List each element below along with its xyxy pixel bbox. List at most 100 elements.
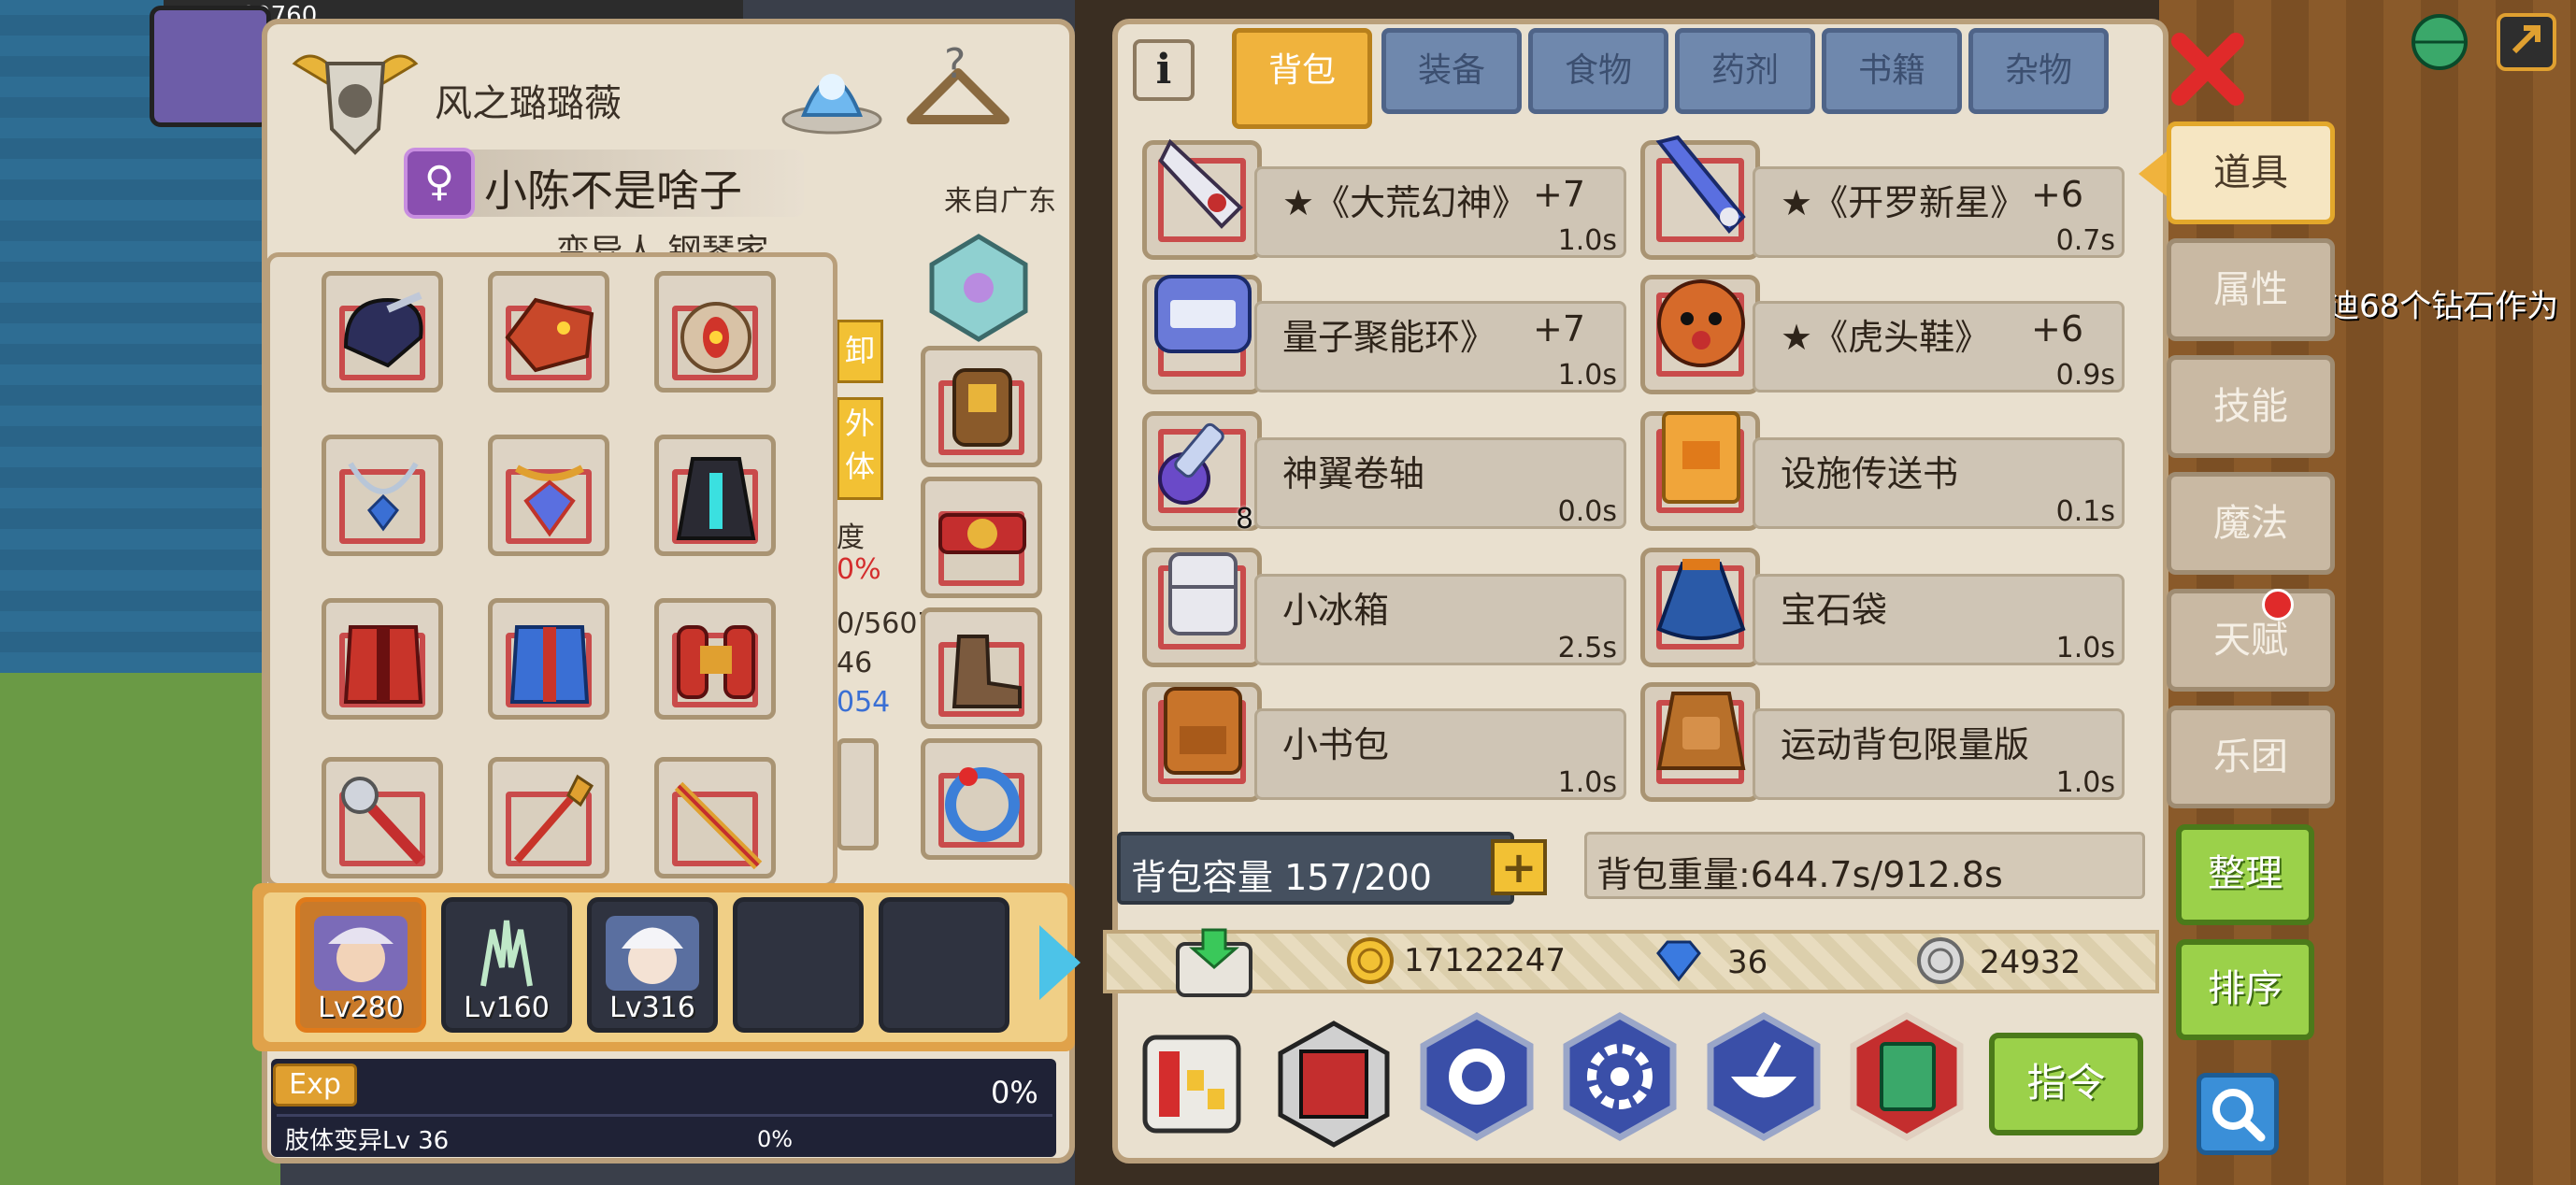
globe-icon[interactable] bbox=[2402, 9, 2477, 75]
equip-dark-cape[interactable] bbox=[654, 435, 776, 556]
exp-label: Exp bbox=[273, 1064, 357, 1106]
appearance-button[interactable]: 外体 bbox=[837, 397, 883, 500]
item-time: 0.1s bbox=[2055, 495, 2115, 528]
item-name: ★《大荒幻神》 bbox=[1282, 182, 1528, 223]
tab-books[interactable]: 书籍 bbox=[1822, 28, 1962, 114]
item-name: 设施传送书 bbox=[1781, 453, 1959, 494]
item-count: 8 bbox=[1236, 503, 1254, 535]
inventory-item[interactable]: ★《大荒幻神》 +7 1.0s bbox=[1142, 138, 1628, 260]
gold-amount: 17122247 bbox=[1404, 942, 1567, 979]
item-plus: +7 bbox=[1533, 174, 1586, 215]
player-avatar[interactable] bbox=[150, 6, 271, 127]
equip-eye-amulet[interactable] bbox=[654, 271, 776, 393]
equip-wrench[interactable] bbox=[322, 757, 443, 878]
item-time: 1.0s bbox=[1557, 766, 1617, 799]
equip-slot-belt[interactable] bbox=[921, 477, 1042, 598]
item-plus: +6 bbox=[2031, 308, 2084, 350]
equip-slot-ring[interactable] bbox=[921, 738, 1042, 860]
side-tab-skills[interactable]: 技能 bbox=[2167, 355, 2335, 458]
inventory-item[interactable]: ★《开罗新星》 +6 0.7s bbox=[1640, 135, 2126, 260]
item-name: 神翼卷轴 bbox=[1282, 453, 1425, 494]
tiger-shoes-icon bbox=[1657, 279, 1745, 367]
party-next-arrow-icon[interactable] bbox=[1039, 925, 1080, 1000]
side-menu-pointer-icon bbox=[2139, 151, 2167, 196]
equip-slot-gauntlet[interactable] bbox=[921, 346, 1042, 467]
gear-skill-icon[interactable] bbox=[1559, 1011, 1681, 1142]
party-member-4[interactable] bbox=[733, 897, 864, 1033]
close-icon[interactable] bbox=[2167, 28, 2249, 110]
inventory-item[interactable]: 运动背包限量版 1.0s bbox=[1640, 680, 2126, 802]
book-icon[interactable] bbox=[1846, 1011, 1968, 1142]
side-tab-attributes[interactable]: 属性 bbox=[2167, 238, 2335, 341]
unequip-button[interactable]: 卸 bbox=[837, 320, 883, 383]
item-plus: +7 bbox=[1533, 308, 1586, 350]
inventory-item[interactable]: 小书包 1.0s bbox=[1142, 680, 1628, 802]
item-time: 1.0s bbox=[2055, 632, 2115, 664]
info-button[interactable]: i bbox=[1133, 39, 1195, 101]
item-time: 1.0s bbox=[1557, 224, 1617, 257]
equip-helmet[interactable] bbox=[322, 271, 443, 393]
side-tab-talent[interactable]: 天赋 bbox=[2167, 589, 2335, 692]
inventory-item[interactable]: 量子聚能环》 +7 1.0s bbox=[1142, 273, 1628, 394]
search-button[interactable] bbox=[2197, 1073, 2279, 1155]
tab-backpack[interactable]: 背包 bbox=[1232, 28, 1372, 129]
tab-food[interactable]: 食物 bbox=[1528, 28, 1668, 114]
party-member-5[interactable] bbox=[879, 897, 1009, 1033]
portal-ring-icon[interactable] bbox=[1416, 1011, 1538, 1142]
tab-misc[interactable]: 杂物 bbox=[1968, 28, 2109, 114]
tab-potion[interactable]: 药剂 bbox=[1675, 28, 1815, 114]
item-name: 小冰箱 bbox=[1282, 590, 1390, 631]
inventory-item[interactable]: 设施传送书 0.1s bbox=[1640, 409, 2126, 531]
equip-dragon-mask[interactable] bbox=[488, 271, 609, 393]
character-portrait bbox=[314, 916, 408, 991]
dagger-icon bbox=[1158, 138, 1243, 229]
female-icon: ♀ bbox=[404, 148, 475, 219]
portal-icon[interactable] bbox=[776, 36, 888, 138]
equip-red-armor[interactable] bbox=[322, 598, 443, 720]
item-name: ★《开罗新星》 bbox=[1781, 182, 2026, 223]
equip-jetpack[interactable] bbox=[654, 598, 776, 720]
search-icon bbox=[2212, 1089, 2266, 1142]
item-name: ★《虎头鞋》 bbox=[1781, 317, 1991, 358]
equip-slot-partial[interactable] bbox=[837, 738, 879, 850]
party-member-2[interactable]: Lv160 bbox=[441, 897, 572, 1033]
command-button[interactable]: 指令 bbox=[1989, 1033, 2143, 1135]
equip-spear[interactable] bbox=[488, 757, 609, 878]
party-member-3[interactable]: Lv316 bbox=[587, 897, 718, 1033]
hanger-icon[interactable]: ? bbox=[902, 36, 1014, 138]
inventory-item[interactable]: 小冰箱 2.5s bbox=[1142, 546, 1628, 667]
ranking-icon[interactable] bbox=[1140, 1028, 1243, 1140]
side-tab-items[interactable]: 道具 bbox=[2167, 121, 2335, 224]
organize-button[interactable]: 整理 bbox=[2176, 824, 2314, 925]
winged-badge-icon bbox=[292, 54, 419, 155]
inventory-item[interactable]: 宝石袋 1.0s bbox=[1640, 546, 2126, 667]
side-tab-magic[interactable]: 魔法 bbox=[2167, 472, 2335, 575]
sort-button[interactable]: 排序 bbox=[2176, 939, 2314, 1040]
character-title: 小陈不是啥子 bbox=[484, 165, 742, 216]
mortar-icon[interactable] bbox=[1703, 1011, 1825, 1142]
party-level-3: Lv316 bbox=[609, 992, 695, 1024]
download-box-icon[interactable] bbox=[1170, 925, 1258, 1000]
exit-icon[interactable] bbox=[2491, 9, 2566, 75]
tab-equipment[interactable]: 装备 bbox=[1381, 28, 1522, 114]
svg-text:?: ? bbox=[944, 40, 966, 88]
item-name: 运动背包限量版 bbox=[1781, 724, 2030, 765]
expand-capacity-button[interactable]: + bbox=[1491, 839, 1547, 895]
party-level-2: Lv160 bbox=[464, 992, 550, 1024]
equip-necklace[interactable] bbox=[322, 435, 443, 556]
equip-gem-pendant[interactable] bbox=[488, 435, 609, 556]
equip-blue-armor[interactable] bbox=[488, 598, 609, 720]
inventory-item[interactable]: ★《虎头鞋》 +6 0.9s bbox=[1640, 273, 2126, 394]
side-tab-band[interactable]: 乐团 bbox=[2167, 706, 2335, 808]
inventory-item[interactable]: 神翼卷轴 0.0s 8 bbox=[1142, 409, 1628, 535]
party-member-1[interactable]: Lv280 bbox=[295, 897, 426, 1033]
stat-label: 度 bbox=[837, 521, 865, 554]
crest-icon[interactable] bbox=[921, 229, 1038, 346]
scroll-icon bbox=[1158, 422, 1224, 505]
appearance-label-top: 外 bbox=[844, 406, 875, 441]
equip-staff[interactable] bbox=[654, 757, 776, 878]
mutation-exp-label: 肢体变异Lv 36 bbox=[285, 1127, 450, 1155]
dice-cube-icon[interactable] bbox=[1273, 1019, 1395, 1149]
bag-weight: 背包重量:644.7s/912.8s bbox=[1596, 854, 2003, 895]
equip-slot-boots[interactable] bbox=[921, 607, 1042, 729]
